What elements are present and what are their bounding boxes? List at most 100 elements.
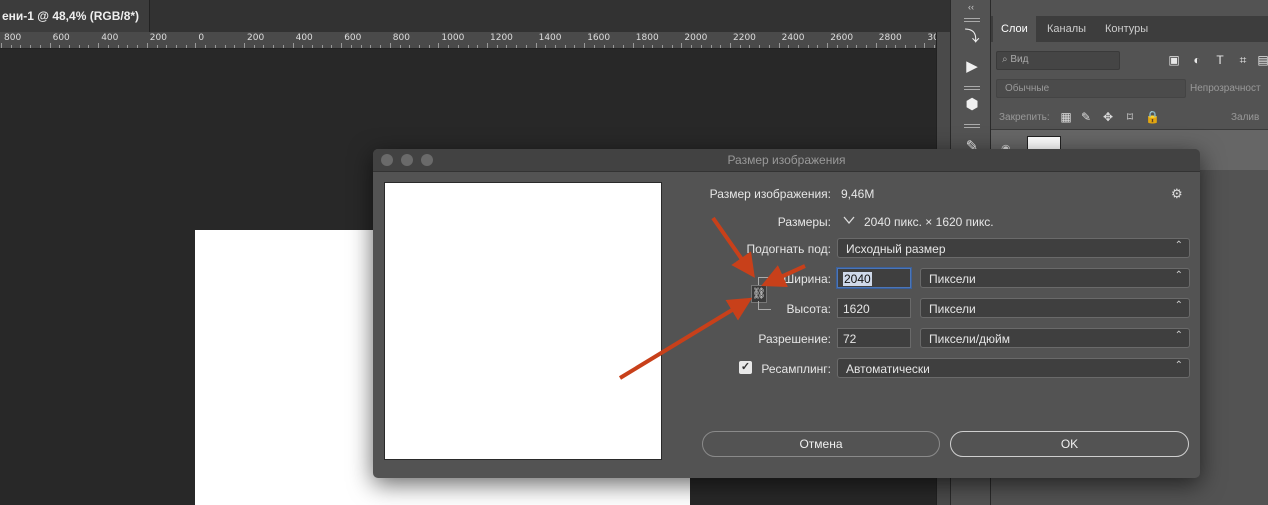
tab-channels[interactable]: Каналы xyxy=(1039,16,1094,42)
document-tab[interactable]: ени-1 @ 48,4% (RGB/8*) xyxy=(0,0,150,32)
width-unit-select[interactable]: Пиксели ⌃ xyxy=(920,268,1190,288)
ruler-minor-tick xyxy=(836,45,838,48)
ruler-label: 800 xyxy=(392,33,410,43)
panel-grip[interactable] xyxy=(964,18,980,22)
ruler-minor-tick xyxy=(768,45,770,48)
dialog-titlebar[interactable]: Размер изображения xyxy=(373,149,1200,172)
ruler-minor-tick xyxy=(516,45,518,48)
resolution-value: 72 xyxy=(843,332,857,346)
ruler-minor-tick xyxy=(224,45,226,48)
ruler-minor-tick xyxy=(545,45,547,48)
panel-grip[interactable] xyxy=(964,124,980,128)
blend-mode-select[interactable]: Обычные xyxy=(996,79,1186,98)
ok-button[interactable]: OK xyxy=(950,431,1189,457)
ruler-minor-tick xyxy=(350,45,352,48)
ruler-tick xyxy=(244,43,245,48)
image-filter-icon[interactable]: ▣ xyxy=(1166,52,1182,68)
ruler-minor-tick xyxy=(846,45,848,48)
ruler-tick xyxy=(438,43,440,48)
panel-tabs: Слои Каналы Контуры xyxy=(991,16,1268,42)
3d-cube-icon[interactable]: ⬢ xyxy=(963,96,981,114)
ruler-minor-tick xyxy=(477,45,479,48)
smart-object-filter-icon[interactable]: ▤ xyxy=(1255,52,1268,68)
image-size-value: 9,46M xyxy=(841,187,875,201)
resolution-label: Разрешение: xyxy=(758,332,831,346)
ruler-minor-tick xyxy=(934,45,936,48)
lock-transparency-icon[interactable]: ▦ xyxy=(1059,110,1073,124)
fit-to-select[interactable]: Исходный размер ⌃ xyxy=(837,238,1190,258)
ruler-minor-tick xyxy=(856,45,858,48)
ruler-tick xyxy=(98,43,100,48)
height-unit-value: Пиксели xyxy=(929,302,976,316)
ruler-minor-tick xyxy=(175,45,177,48)
type-filter-icon[interactable]: T xyxy=(1212,52,1228,68)
width-label: Ширина: xyxy=(783,272,831,286)
panel-grip[interactable] xyxy=(964,86,980,90)
ruler-minor-tick xyxy=(331,45,333,48)
ruler-minor-tick xyxy=(214,45,216,48)
shape-filter-icon[interactable]: ⌗ xyxy=(1235,52,1251,68)
layer-filter-select[interactable]: ⌕ Вид xyxy=(996,51,1120,70)
dimensions-label: Размеры: xyxy=(777,215,831,229)
lock-label: Закрепить: xyxy=(999,112,1050,123)
gear-icon[interactable]: ⚙ xyxy=(1171,186,1183,202)
ruler-tick xyxy=(1,43,2,48)
lock-artboard-icon[interactable]: ⌑ xyxy=(1123,110,1137,124)
ruler-label: 1000 xyxy=(441,33,465,43)
dimensions-value: 2040 пикс. × 1620 пикс. xyxy=(864,215,994,229)
ruler-minor-tick xyxy=(904,45,906,48)
ruler-minor-tick xyxy=(137,45,139,48)
ruler-minor-tick xyxy=(885,45,887,48)
resolution-input[interactable]: 72 xyxy=(837,328,911,348)
opacity-label: Непрозрачност xyxy=(1190,83,1261,94)
resample-method-select[interactable]: Автоматически ⌃ xyxy=(837,358,1190,378)
collapse-panels-button[interactable]: ‹‹ xyxy=(951,2,991,12)
ruler-label: 2400 xyxy=(781,33,805,43)
ruler-minor-tick xyxy=(496,45,498,48)
tab-paths[interactable]: Контуры xyxy=(1097,16,1156,42)
ruler-tick xyxy=(487,43,488,48)
lock-brush-icon[interactable]: ✎ xyxy=(1079,110,1093,124)
resample-checkbox[interactable]: ✓ xyxy=(739,361,752,374)
image-preview[interactable] xyxy=(384,182,662,460)
tab-strip xyxy=(150,0,950,32)
ruler-minor-tick xyxy=(30,45,32,48)
cancel-button[interactable]: Отмена xyxy=(702,431,940,457)
ruler-minor-tick xyxy=(642,45,644,48)
ruler-label: 30 xyxy=(927,33,936,43)
ruler-minor-tick xyxy=(380,45,382,48)
ruler-minor-tick xyxy=(652,45,654,48)
ruler-label: 2800 xyxy=(878,33,902,43)
ruler-minor-tick xyxy=(739,45,741,48)
ruler-minor-tick xyxy=(59,45,61,48)
ruler-tick xyxy=(924,43,926,48)
width-input[interactable]: 2040 xyxy=(837,268,911,288)
ruler-label: 0 xyxy=(198,33,205,43)
play-action-icon[interactable]: ▶ xyxy=(963,58,981,76)
height-unit-select[interactable]: Пиксели ⌃ xyxy=(920,298,1190,318)
ruler-minor-tick xyxy=(205,45,207,48)
history-icon[interactable]: ⤵ xyxy=(963,28,981,46)
lock-position-icon[interactable]: ✥ xyxy=(1101,110,1115,124)
ruler-tick xyxy=(146,43,148,48)
ruler-minor-tick xyxy=(593,45,595,48)
tab-layers[interactable]: Слои xyxy=(993,16,1036,42)
constrain-bracket-bottom xyxy=(758,301,771,310)
ruler-minor-tick xyxy=(467,45,469,48)
blend-mode-value: Обычные xyxy=(1005,83,1050,94)
resolution-unit-select[interactable]: Пиксели/дюйм ⌃ xyxy=(920,328,1190,348)
ruler-label: 1200 xyxy=(490,33,513,43)
lock-all-icon[interactable]: 🔒 xyxy=(1145,110,1160,124)
ruler-minor-tick xyxy=(253,45,255,48)
adjustment-filter-icon[interactable]: ◐ xyxy=(1189,52,1205,68)
height-input[interactable]: 1620 xyxy=(837,298,911,318)
dialog-title: Размер изображения xyxy=(727,153,846,167)
ruler-minor-tick xyxy=(418,45,420,48)
ruler-minor-tick xyxy=(671,45,673,48)
chevron-down-icon[interactable] xyxy=(843,214,855,226)
ruler-label: 400 xyxy=(295,33,313,43)
ruler-minor-tick xyxy=(370,45,372,48)
ruler-minor-tick xyxy=(574,45,576,48)
ruler-minor-tick xyxy=(156,45,158,48)
width-unit-value: Пиксели xyxy=(929,272,976,286)
